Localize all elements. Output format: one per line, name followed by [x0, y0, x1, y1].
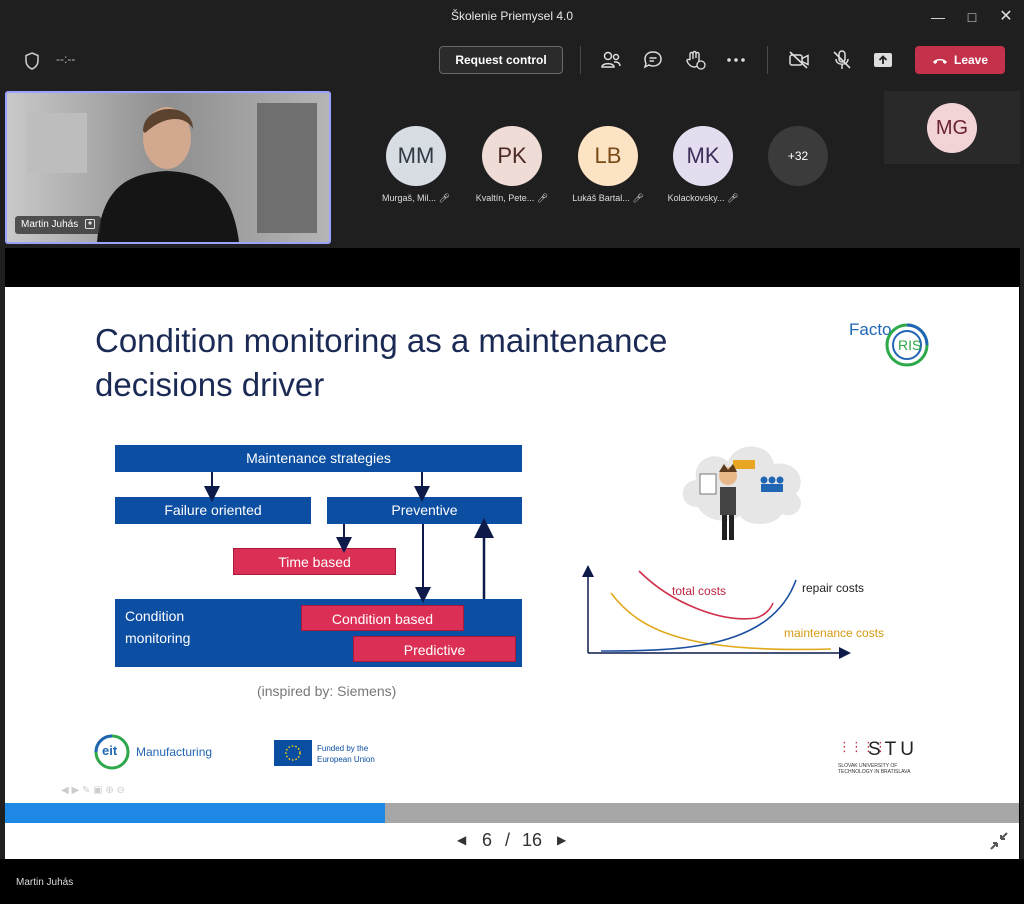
pinned-icon	[85, 219, 96, 230]
title-bar: Školenie Priemysel 4.0 — □ ✕	[0, 0, 1024, 34]
total-costs-label: total costs	[672, 584, 727, 598]
participant-name: Lukáš Bartal... 🎤︎	[572, 193, 644, 203]
reactions-icon[interactable]	[683, 48, 707, 72]
request-control-button[interactable]: Request control	[439, 46, 563, 74]
eu-funding-logo: Funded by the European Union	[274, 740, 394, 768]
pager-separator: /	[505, 830, 511, 850]
slide-progress-bar	[5, 803, 1019, 823]
previous-slide-icon[interactable]: ◀	[457, 833, 466, 847]
meeting-timer: --:--	[56, 52, 76, 66]
eu-flag-icon	[274, 740, 312, 766]
next-slide-icon[interactable]: ▶	[557, 833, 566, 847]
meeting-toolbar: --:-- Request control Leave	[0, 34, 1024, 88]
phone-hangup-icon	[932, 58, 947, 64]
current-slide-number: 6	[482, 830, 493, 850]
participant-name: Murgaš, Mil... 🎤︎	[382, 193, 450, 203]
mic-muted-icon: 🎤︎	[536, 193, 549, 203]
more-participants-button[interactable]: +32	[768, 126, 828, 186]
repair-costs-label: repair costs	[802, 581, 865, 595]
people-icon[interactable]	[599, 48, 623, 72]
eit-manufacturing-logo: eit Manufacturing	[93, 733, 243, 773]
slide-progress-fill	[5, 803, 386, 823]
close-icon[interactable]: ✕	[998, 9, 1014, 25]
mic-off-icon[interactable]	[830, 48, 854, 72]
mic-muted-icon: 🎤︎	[632, 193, 644, 203]
side-participant-panel: MG	[884, 91, 1020, 164]
slide-presenter-controls[interactable]: ◀ ▶ ✎ ▣ ⊕ ⊖	[61, 785, 125, 796]
share-screen-icon[interactable]	[871, 48, 895, 72]
self-video-tile[interactable]: Martin Juhás	[5, 91, 331, 244]
stu-logo: ⋮⋮⋮⋮ STU SLOVAK UNIVERSITY OF TECHNOLOGY…	[838, 739, 918, 775]
participant-avatar[interactable]: PK	[482, 126, 542, 186]
more-options-icon[interactable]	[724, 48, 748, 72]
camera-off-icon[interactable]	[787, 48, 811, 72]
presenter-name: Martin Juhás	[16, 877, 74, 888]
participant-avatar[interactable]: LB	[578, 126, 638, 186]
mic-muted-icon: 🎤︎	[438, 193, 450, 203]
total-slides-number: 16	[522, 830, 543, 850]
minimize-icon[interactable]: —	[930, 9, 946, 25]
self-name-label: Martin Juhás	[21, 219, 79, 230]
presenter-footer: Martin Juhás	[0, 859, 1024, 904]
participant-avatar[interactable]: MG	[927, 103, 977, 153]
worker-cloud-illustration	[682, 446, 801, 540]
chat-icon[interactable]	[641, 48, 665, 72]
cost-curves-chart	[582, 565, 851, 659]
exit-fullscreen-icon[interactable]	[989, 831, 1009, 851]
maintenance-costs-label: maintenance costs	[784, 626, 885, 640]
toolbar-divider	[767, 46, 768, 74]
slide-pager: ◀ 6 / 16 ▶	[5, 823, 1019, 859]
participant-name: Kolackovsky... 🎤︎	[667, 193, 739, 203]
leave-button[interactable]: Leave	[915, 46, 1005, 74]
maximize-icon[interactable]: □	[964, 9, 980, 25]
presentation-slide: Condition monitoring as a maintenance de…	[5, 287, 1019, 803]
participant-avatar[interactable]: MK	[673, 126, 733, 186]
participant-avatar[interactable]: MM	[386, 126, 446, 186]
leave-label: Leave	[953, 53, 989, 67]
diagram-source: (inspired by: Siemens)	[257, 683, 397, 699]
self-name-chip: Martin Juhás	[15, 216, 102, 234]
toolbar-divider	[580, 46, 581, 74]
mic-muted-icon: 🎤︎	[726, 193, 739, 203]
window-title: Školenie Priemysel 4.0	[450, 9, 574, 23]
diagram-arrows	[204, 472, 494, 603]
shield-icon[interactable]	[24, 52, 40, 70]
participant-name: Kvaltín, Pete... 🎤︎	[475, 193, 549, 203]
